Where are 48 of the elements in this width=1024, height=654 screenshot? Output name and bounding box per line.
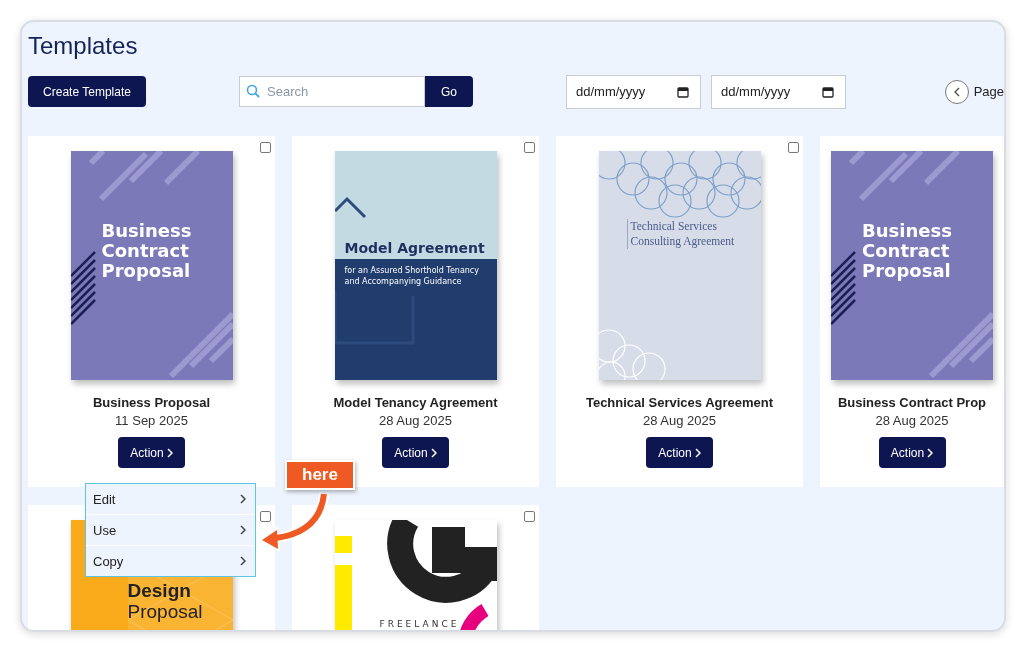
template-date: 28 Aug 2025 <box>875 413 949 428</box>
chevron-icon <box>926 447 934 458</box>
template-name: Model Tenancy Agreement <box>333 395 498 410</box>
calendar-icon <box>677 85 689 98</box>
action-button[interactable]: Action <box>646 437 713 468</box>
menu-item[interactable]: Copy <box>86 545 255 576</box>
chevron-icon <box>239 494 246 504</box>
cover-text: Business Contract Proposal <box>862 221 953 281</box>
go-button[interactable]: Go <box>425 76 473 107</box>
action-button[interactable]: Action <box>382 437 449 468</box>
select-checkbox[interactable] <box>260 511 271 522</box>
chevron-icon <box>239 556 246 566</box>
search-icon <box>246 84 260 98</box>
select-checkbox[interactable] <box>788 142 799 153</box>
callout-label: here <box>285 460 355 490</box>
action-button[interactable]: Action <box>878 437 946 468</box>
cover-text: Model Agreement <box>344 240 485 256</box>
date-field[interactable]: dd/mm/yyyy <box>711 74 846 109</box>
create-template-button[interactable]: Create Template <box>28 76 146 107</box>
chevron-icon <box>429 447 437 458</box>
select-checkbox[interactable] <box>524 142 535 153</box>
previous-page-button[interactable] <box>944 79 969 104</box>
cover-text: Proposal <box>127 601 203 623</box>
page-label: Page <box>973 84 1004 99</box>
cover-text: for an Assured Shorthold Tenancy and Accompanying Guidance <box>344 265 480 287</box>
cover-text: Technical Services Consulting Agreement <box>626 219 756 249</box>
template-name: Business Proposal <box>92 395 210 410</box>
select-checkbox[interactable] <box>260 142 271 153</box>
chevron-left-icon <box>952 86 961 97</box>
select-checkbox[interactable] <box>524 511 535 522</box>
cover-text: Design <box>127 580 191 602</box>
template-date: 28 Aug 2025 <box>379 413 452 428</box>
menu-item[interactable]: Use <box>86 514 255 545</box>
template-date: 28 Aug 2025 <box>643 413 716 428</box>
action-button[interactable]: Action <box>118 437 185 468</box>
cover-text: FREELANCE <box>379 619 460 629</box>
chevron-icon <box>693 447 701 458</box>
cover-text: Business Contract Proposal <box>101 221 193 281</box>
template-date: 11 Sep 2025 <box>115 413 188 428</box>
menu-item[interactable]: Edit <box>86 484 255 514</box>
template-name: Technical Services Agreement <box>585 395 774 410</box>
chevron-icon <box>165 447 173 458</box>
chevron-icon <box>239 525 246 535</box>
calendar-icon <box>822 85 834 98</box>
date-field[interactable]: dd/mm/yyyy <box>566 74 701 109</box>
page-title: Templates <box>28 31 139 61</box>
template-name: Business Contract Prop <box>837 395 987 410</box>
search-field[interactable]: Search <box>239 76 425 107</box>
